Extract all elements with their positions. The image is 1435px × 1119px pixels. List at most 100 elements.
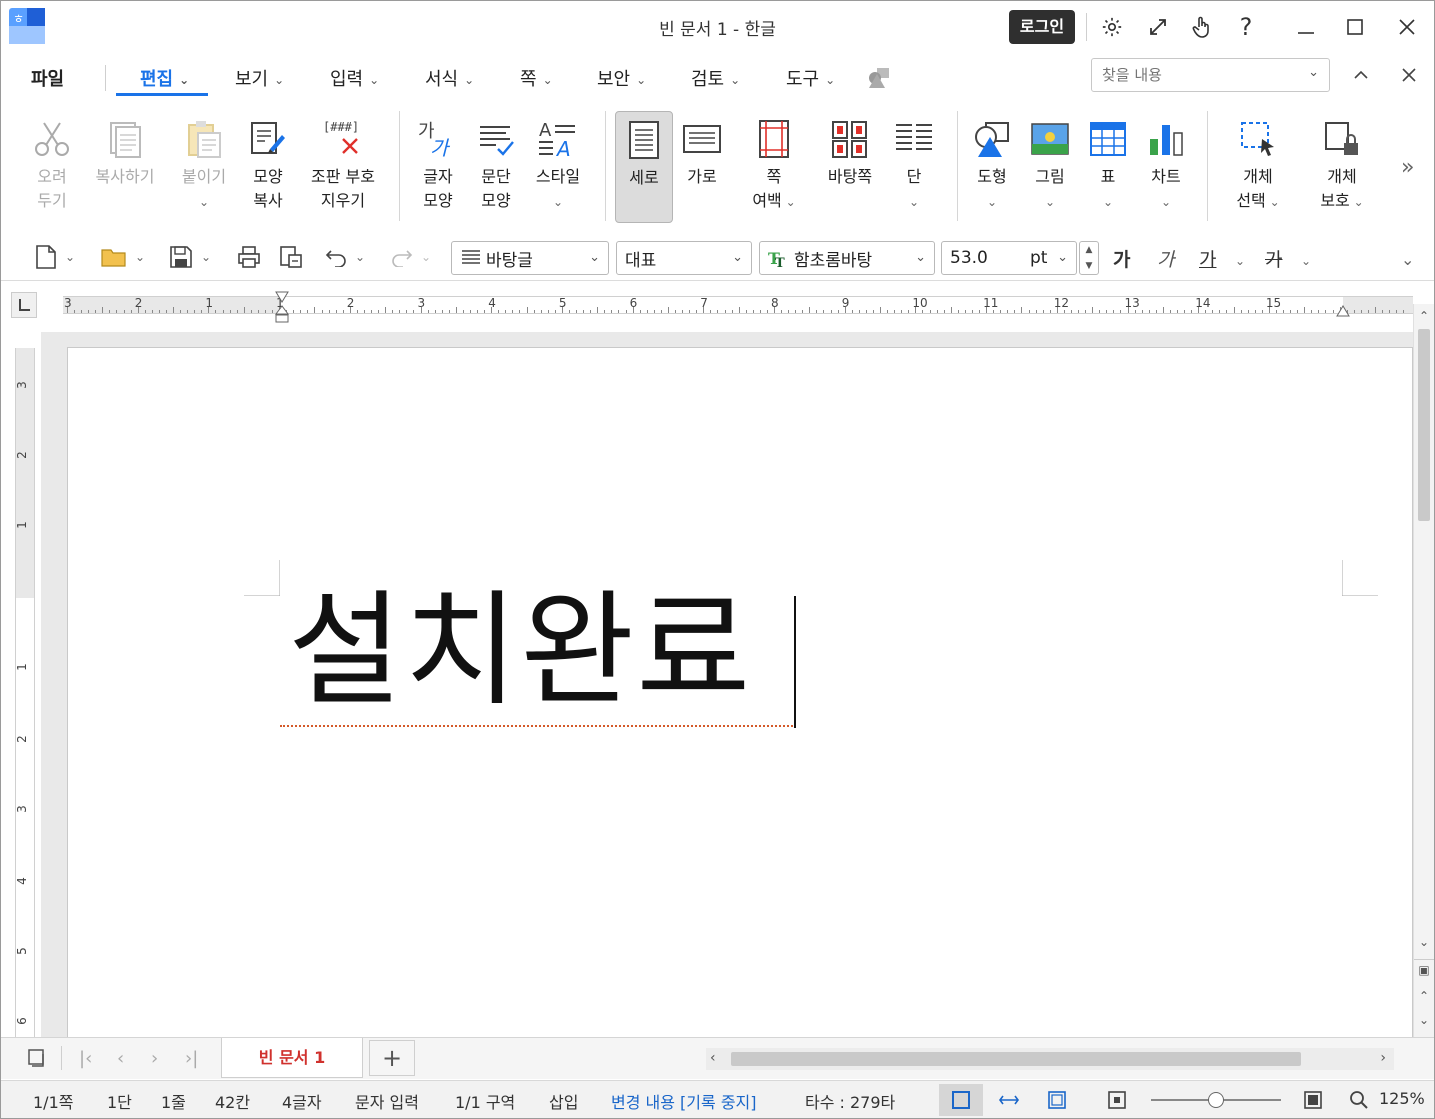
- zoom-level[interactable]: 125%: [1379, 1089, 1425, 1108]
- login-button[interactable]: 로그인: [1009, 10, 1075, 44]
- next-tab-icon[interactable]: ›: [151, 1048, 158, 1069]
- status-page[interactable]: 1/1쪽: [33, 1089, 73, 1113]
- minimize-icon[interactable]: [1292, 13, 1320, 41]
- chart-button[interactable]: 차트 ⌄: [1131, 111, 1201, 223]
- prev-tab-icon[interactable]: ‹: [117, 1048, 124, 1069]
- next-page-icon[interactable]: ⌄: [1414, 1010, 1434, 1030]
- language-select[interactable]: 대표 ⌄: [616, 241, 752, 275]
- new-document-button[interactable]: ⌄: [35, 243, 75, 271]
- menu-review[interactable]: 검토 ⌄: [691, 65, 740, 91]
- menu-tools[interactable]: 도구 ⌄: [786, 65, 835, 91]
- zoom-in-button[interactable]: [1291, 1084, 1335, 1116]
- menu-file[interactable]: 파일: [31, 65, 64, 91]
- format-copy-button[interactable]: 모양 복사: [233, 111, 303, 223]
- prev-page-icon[interactable]: ⌃: [1414, 986, 1434, 1006]
- close-search-icon[interactable]: [1395, 61, 1423, 89]
- zoom-out-button[interactable]: [1095, 1084, 1139, 1116]
- toolbar-expand-icon[interactable]: ⌄: [1401, 245, 1414, 273]
- menu-page[interactable]: 쪽 ⌄: [520, 65, 553, 91]
- status-track-changes[interactable]: 변경 내용 [기록 중지]: [611, 1089, 757, 1113]
- tab-type-selector[interactable]: [11, 292, 37, 318]
- bold-button[interactable]: 가: [1113, 245, 1130, 272]
- shapes-quick-icon[interactable]: [867, 63, 891, 91]
- menu-security[interactable]: 보안 ⌄: [597, 65, 646, 91]
- ribbon-more-icon[interactable]: »: [1401, 153, 1414, 181]
- document-page[interactable]: 설치완료: [67, 347, 1413, 1037]
- portrait-button[interactable]: 세로: [615, 111, 673, 223]
- fit-page-button[interactable]: [1035, 1084, 1079, 1116]
- status-insert[interactable]: 삽입: [549, 1089, 578, 1113]
- menu-edit[interactable]: 편집 ⌄: [140, 65, 189, 91]
- settings-gear-icon[interactable]: [1098, 13, 1126, 41]
- menu-view[interactable]: 보기 ⌄: [235, 65, 284, 91]
- menu-format[interactable]: 서식 ⌄: [425, 65, 474, 91]
- print-button[interactable]: [237, 243, 261, 271]
- clear-codes-button[interactable]: [###] 조판 부호 지우기: [303, 111, 383, 223]
- first-tab-icon[interactable]: |‹: [79, 1048, 92, 1069]
- vertical-scrollbar[interactable]: ⌃ ⌄ ▣ ⌃ ⌄: [1413, 304, 1434, 1038]
- spin-down-icon[interactable]: ▼: [1080, 258, 1098, 274]
- maximize-icon[interactable]: [1341, 13, 1369, 41]
- scroll-up-icon[interactable]: ⌃: [1414, 306, 1434, 326]
- help-question-icon[interactable]: ?: [1232, 13, 1260, 41]
- last-tab-icon[interactable]: ›|: [185, 1048, 198, 1069]
- page-margin-button[interactable]: 쪽 여백 ⌄: [739, 111, 809, 223]
- tab-list-icon[interactable]: [27, 1048, 47, 1073]
- open-document-button[interactable]: ⌄: [101, 243, 145, 271]
- scroll-right-icon[interactable]: ›: [1380, 1050, 1386, 1066]
- spin-up-icon[interactable]: ▲: [1080, 242, 1098, 258]
- menu-insert[interactable]: 입력 ⌄: [330, 65, 379, 91]
- italic-button[interactable]: 가: [1157, 245, 1174, 272]
- menu-insert-label: 입력: [330, 69, 364, 90]
- view-page-button[interactable]: [939, 1084, 983, 1116]
- expand-arrows-icon[interactable]: [1144, 13, 1172, 41]
- master-page-button[interactable]: 바탕쪽: [815, 111, 885, 223]
- object-protect-button[interactable]: 개체 보호 ⌄: [1305, 111, 1379, 223]
- zoom-slider-knob[interactable]: [1208, 1092, 1224, 1108]
- horizontal-ruler[interactable]: 3 2 1 1 2 3 4 5 6 7 8 9 10 11 12 13 14 15: [63, 296, 1413, 314]
- document-canvas[interactable]: 설치완료: [41, 332, 1413, 1037]
- search-box[interactable]: ⌄: [1091, 58, 1330, 92]
- ruler-area: 3 2 1 1 2 3 4 5 6 7 8 9 10 11 12 13 14 15: [1, 282, 1434, 332]
- vertical-ruler[interactable]: 3 2 1 1 2 3 4 5 6: [15, 348, 35, 1038]
- paste-button[interactable]: 붙이기 ⌄: [169, 111, 239, 223]
- undo-button[interactable]: ⌄: [325, 243, 365, 271]
- scroll-left-icon[interactable]: ‹: [710, 1050, 716, 1066]
- document-body-text[interactable]: 설치완료: [288, 576, 752, 726]
- indent-marker-icon[interactable]: [273, 290, 291, 324]
- object-select-button[interactable]: 개체 선택 ⌄: [1221, 111, 1295, 223]
- print-preview-button[interactable]: [279, 243, 303, 271]
- underline-dropdown[interactable]: ⌄: [1227, 247, 1245, 275]
- font-size-spinner[interactable]: ▲ ▼: [1079, 241, 1099, 275]
- add-tab-button[interactable]: +: [369, 1040, 415, 1076]
- landscape-button[interactable]: 가로: [667, 111, 737, 223]
- font-size-select[interactable]: 53.0 pt ⌄: [941, 241, 1077, 275]
- chevron-down-icon[interactable]: ⌄: [1308, 65, 1319, 80]
- cut-button[interactable]: 오려 두기: [17, 111, 87, 223]
- copy-button[interactable]: 복사하기: [89, 111, 161, 223]
- collapse-ribbon-icon[interactable]: [1347, 61, 1375, 89]
- close-window-icon[interactable]: [1393, 13, 1421, 41]
- save-button[interactable]: ⌄: [169, 243, 211, 271]
- para-shape-button[interactable]: 문단 모양: [461, 111, 531, 223]
- style-button[interactable]: AA 스타일 ⌄: [523, 111, 593, 223]
- horizontal-scroll-thumb[interactable]: [731, 1052, 1301, 1066]
- strikethrough-button[interactable]: 가: [1265, 245, 1282, 272]
- strikethrough-dropdown[interactable]: ⌄: [1293, 247, 1311, 275]
- vertical-scroll-thumb[interactable]: [1418, 329, 1430, 521]
- touch-hand-icon[interactable]: [1188, 13, 1216, 41]
- search-input[interactable]: [1102, 60, 1302, 90]
- redo-button[interactable]: ⌄: [391, 243, 431, 271]
- horizontal-scrollbar[interactable]: ‹ ›: [706, 1048, 1394, 1070]
- columns-button[interactable]: 단 ⌄: [879, 111, 949, 223]
- underline-button[interactable]: 가: [1199, 245, 1216, 272]
- scroll-down-icon[interactable]: ⌄: [1414, 932, 1434, 952]
- document-tab[interactable]: 빈 문서 1: [221, 1038, 363, 1078]
- paragraph-style-select[interactable]: 바탕글 ⌄: [451, 241, 609, 275]
- zoom-search-button[interactable]: [1337, 1084, 1381, 1116]
- ruler-tick: [717, 310, 719, 313]
- fit-width-button[interactable]: [987, 1084, 1031, 1116]
- right-indent-marker-icon[interactable]: [1335, 302, 1351, 318]
- page-view-icon[interactable]: ▣: [1414, 959, 1434, 979]
- font-select[interactable]: TT 함초롬바탕 ⌄: [759, 241, 935, 275]
